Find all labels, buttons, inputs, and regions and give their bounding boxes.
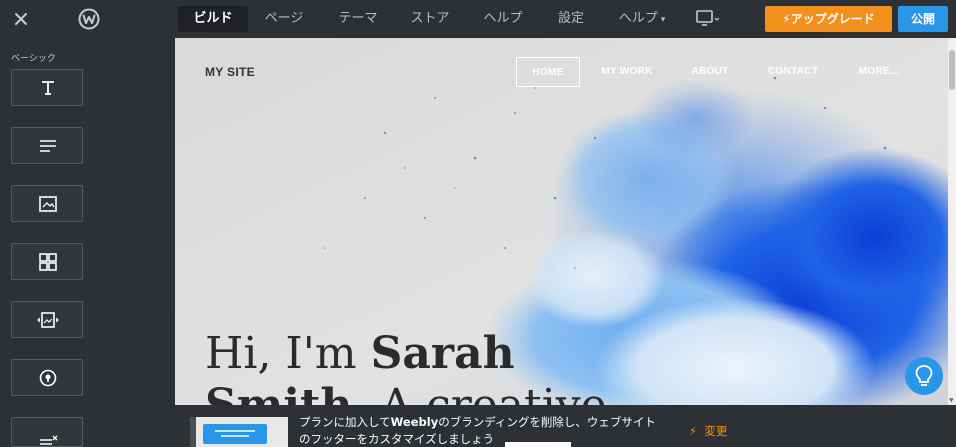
- promo-highlight-strip: [505, 442, 571, 447]
- help-button[interactable]: [905, 357, 943, 395]
- change-link[interactable]: ⚡ 変更: [689, 423, 727, 439]
- section-label: ベーシック: [11, 54, 56, 64]
- promo-text-b: のブランディングを削除し、ウェブサイト: [438, 415, 656, 429]
- promo-line-1: プランに加入してWeeblyのブランディングを削除し、ウェブサイト: [299, 414, 679, 431]
- element-sidebar: ベーシック: [0, 38, 175, 447]
- site-title[interactable]: MY SITE: [205, 65, 255, 79]
- site-nav-home[interactable]: HOME: [516, 57, 580, 87]
- top-toolbar: ビルド ページ テーマ ストア ヘルプ 設定 ヘルプ ▾ ⚡アップグレード 公開: [0, 0, 956, 38]
- tab-help-menu[interactable]: ヘルプ ▾: [607, 6, 677, 32]
- element-text[interactable]: [11, 127, 83, 164]
- tab-pages[interactable]: ページ: [253, 6, 315, 32]
- form-icon: [40, 435, 58, 445]
- bolt-icon: ⚡: [689, 424, 698, 438]
- promo-line-2: のフッターをカスタマイズしましょう: [299, 432, 495, 446]
- promo-message: プランに加入してWeeblyのブランディングを削除し、ウェブサイト のフッターを…: [299, 414, 679, 447]
- tab-theme[interactable]: テーマ: [327, 6, 389, 32]
- tab-settings[interactable]: 設定: [545, 6, 597, 32]
- lightbulb-icon: [915, 365, 933, 386]
- slideshow-icon: [37, 312, 59, 328]
- element-map[interactable]: [11, 359, 83, 396]
- footer-preview-thumbnail: [190, 417, 288, 447]
- upgrade-label: アップグレード: [790, 12, 875, 26]
- headline-bold-2: Smith: [205, 380, 352, 405]
- promo-text-a: プランに加入して: [299, 415, 391, 429]
- headline-regular-2: . A creative: [352, 380, 606, 405]
- tab-store[interactable]: ストア: [399, 6, 461, 32]
- map-pin-icon: [39, 369, 57, 387]
- element-slideshow[interactable]: [11, 301, 83, 338]
- hero-headline[interactable]: Hi, I'm Sarah Smith. A creative: [205, 328, 607, 405]
- headline-line-2: Smith. A creative: [205, 380, 607, 405]
- tab-help[interactable]: ヘルプ: [472, 6, 534, 32]
- headline-line-1: Hi, I'm Sarah: [205, 328, 607, 380]
- element-form[interactable]: [11, 417, 83, 447]
- tab-help-menu-label: ヘルプ: [618, 11, 658, 26]
- site-preview[interactable]: MY SITE HOME MY WORK ABOUT CONTACT MORE.…: [175, 38, 948, 405]
- element-gallery[interactable]: [11, 243, 83, 280]
- gallery-icon: [39, 253, 57, 271]
- element-title[interactable]: [11, 69, 83, 106]
- image-icon: [39, 196, 57, 212]
- tab-build[interactable]: ビルド: [178, 6, 248, 32]
- promo-brand: Weebly: [390, 415, 439, 429]
- headline-regular-1: Hi, I'm: [205, 328, 371, 379]
- scroll-thumb[interactable]: [949, 50, 955, 90]
- footer-lines-icon: [215, 430, 255, 437]
- change-label: 変更: [704, 424, 728, 438]
- publish-button[interactable]: 公開: [898, 6, 948, 32]
- chevron-down-icon: ▾: [660, 15, 666, 25]
- weebly-logo-icon[interactable]: [78, 8, 100, 30]
- close-icon[interactable]: [11, 9, 31, 29]
- branding-promo-bar: プランに加入してWeeblyのブランディングを削除し、ウェブサイト のフッターを…: [175, 405, 956, 447]
- canvas-scrollbar[interactable]: ▼: [948, 38, 956, 405]
- desktop-icon[interactable]: [695, 9, 721, 29]
- text-icon: [40, 140, 56, 152]
- site-nav-more[interactable]: MORE...: [848, 57, 910, 87]
- headline-bold-1: Sarah: [370, 328, 515, 379]
- footer-preview-graphic: [203, 424, 267, 444]
- scroll-down-icon[interactable]: ▼: [949, 397, 955, 404]
- site-nav-about[interactable]: ABOUT: [680, 57, 740, 87]
- bolt-icon: ⚡: [782, 12, 791, 26]
- title-icon: [42, 81, 54, 95]
- upgrade-button[interactable]: ⚡アップグレード: [765, 6, 892, 32]
- site-nav-my-work[interactable]: MY WORK: [593, 57, 661, 87]
- element-image[interactable]: [11, 185, 83, 222]
- site-nav-contact[interactable]: CONTACT: [758, 57, 828, 87]
